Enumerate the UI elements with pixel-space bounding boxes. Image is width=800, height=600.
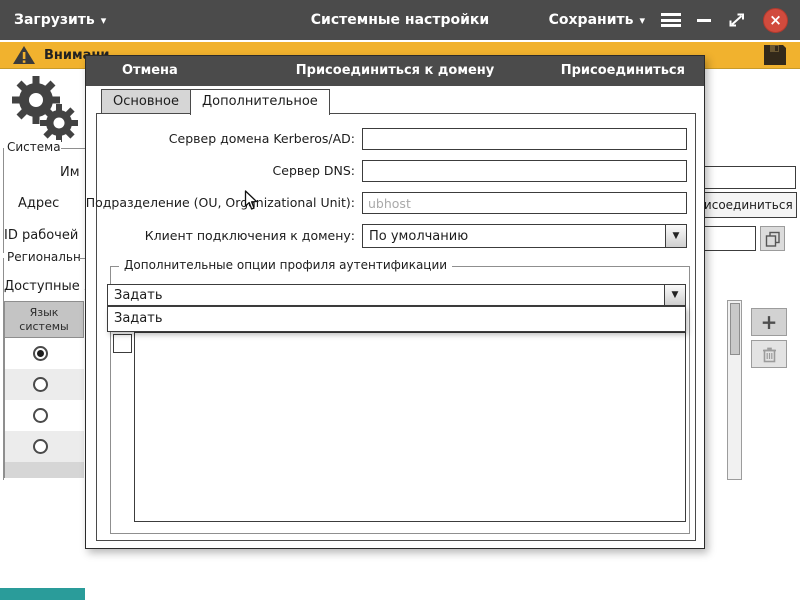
auth-profile-value: Задать (114, 287, 163, 303)
dns-server-label: Сервер DNS: (272, 163, 355, 178)
language-table (4, 338, 84, 478)
add-language-button[interactable]: + (751, 308, 787, 336)
join-domain-dialog: Отмена Присоединиться к домену Присоедин… (85, 55, 705, 549)
radio-icon[interactable] (33, 377, 48, 392)
trash-icon (762, 347, 776, 362)
regional-group-label: Региональн (7, 250, 81, 264)
radio-icon[interactable] (33, 408, 48, 423)
domain-client-value: По умолчанию (369, 228, 469, 244)
regional-group-border (78, 258, 85, 259)
language-table-header-text: Язык системы (19, 305, 69, 333)
dropdown-arrow-icon[interactable]: ▼ (665, 225, 686, 247)
language-table-footer (4, 462, 84, 478)
bg-join-domain-button[interactable]: рисоединиться (692, 192, 797, 218)
toolbar-right-group: Сохранить ▾ × (549, 0, 788, 40)
radio-selected-icon[interactable] (33, 346, 48, 361)
languages-scrollbar[interactable] (727, 300, 742, 480)
menu-icon[interactable] (661, 13, 681, 27)
dropdown-option[interactable]: Задать (108, 307, 685, 331)
kerberos-server-label: Сервер домена Kerberos/AD: (168, 131, 355, 146)
save-menu-button[interactable]: Сохранить ▾ (549, 12, 645, 28)
language-row[interactable] (4, 431, 84, 462)
kerberos-server-input[interactable] (362, 128, 687, 150)
save-file-icon[interactable] (762, 43, 788, 67)
copy-button[interactable] (760, 226, 785, 251)
dialog-header: Отмена Присоединиться к домену Присоедин… (86, 56, 704, 86)
app-window: Загрузить ▾ Системные настройки Сохранит… (0, 0, 800, 600)
remove-language-button[interactable] (751, 340, 787, 368)
language-row[interactable] (4, 338, 84, 369)
domain-client-select[interactable]: По умолчанию ▼ (362, 224, 687, 248)
system-group-border (61, 148, 85, 149)
ou-label: Подразделение (OU, Organizational Unit): (85, 195, 355, 210)
minimize-icon[interactable] (697, 18, 711, 22)
expand-icon[interactable] (727, 11, 747, 29)
auth-options-legend: Дополнительные опции профиля аутентифика… (119, 258, 453, 272)
copy-icon (765, 231, 780, 247)
dns-server-input[interactable] (362, 160, 687, 182)
workgroup-id-label: ID рабочей (4, 228, 79, 243)
save-menu-label: Сохранить (548, 12, 634, 28)
warning-icon (13, 46, 35, 64)
radio-icon[interactable] (33, 439, 48, 454)
ou-input[interactable] (362, 192, 687, 214)
bottom-accent-bar (0, 588, 85, 600)
domain-client-label: Клиент подключения к домену: (144, 228, 355, 243)
tab-panel: Сервер домена Kerberos/AD: Сервер DNS: П… (86, 113, 696, 541)
bg-domain-address-input[interactable] (692, 166, 796, 189)
computer-name-label: Им (60, 165, 80, 180)
language-table-header: Язык системы (4, 301, 84, 338)
language-row[interactable] (4, 400, 84, 431)
dropdown-arrow-icon[interactable]: ▼ (664, 285, 685, 305)
scrollbar-thumb[interactable] (729, 303, 740, 355)
mouse-cursor (244, 190, 258, 210)
caret-down-icon: ▾ (639, 13, 645, 27)
tab-additional[interactable]: Дополнительное (189, 89, 330, 115)
auth-profile-combo[interactable]: Задать ▼ (107, 284, 686, 306)
system-group-label: Система (7, 140, 61, 154)
dialog-tabs: Основное Дополнительное (101, 89, 330, 115)
join-button[interactable]: Присоединиться (561, 56, 685, 86)
tab-basic[interactable]: Основное (101, 89, 191, 114)
close-button[interactable]: × (763, 7, 788, 33)
cancel-button[interactable]: Отмена (122, 56, 178, 86)
plus-icon: + (760, 310, 778, 334)
auth-options-list[interactable] (134, 332, 686, 522)
language-row[interactable] (4, 369, 84, 400)
bg-join-domain-label: рисоединиться (696, 198, 793, 212)
close-icon: × (769, 10, 782, 29)
top-toolbar: Загрузить ▾ Системные настройки Сохранит… (0, 0, 800, 40)
available-languages-label: Доступные я (4, 279, 92, 294)
auth-profile-dropdown: Задать (107, 306, 686, 332)
settings-gear-small-icon (40, 104, 78, 142)
domain-address-label: Адрес (18, 196, 60, 211)
option-checkbox[interactable] (113, 334, 132, 353)
